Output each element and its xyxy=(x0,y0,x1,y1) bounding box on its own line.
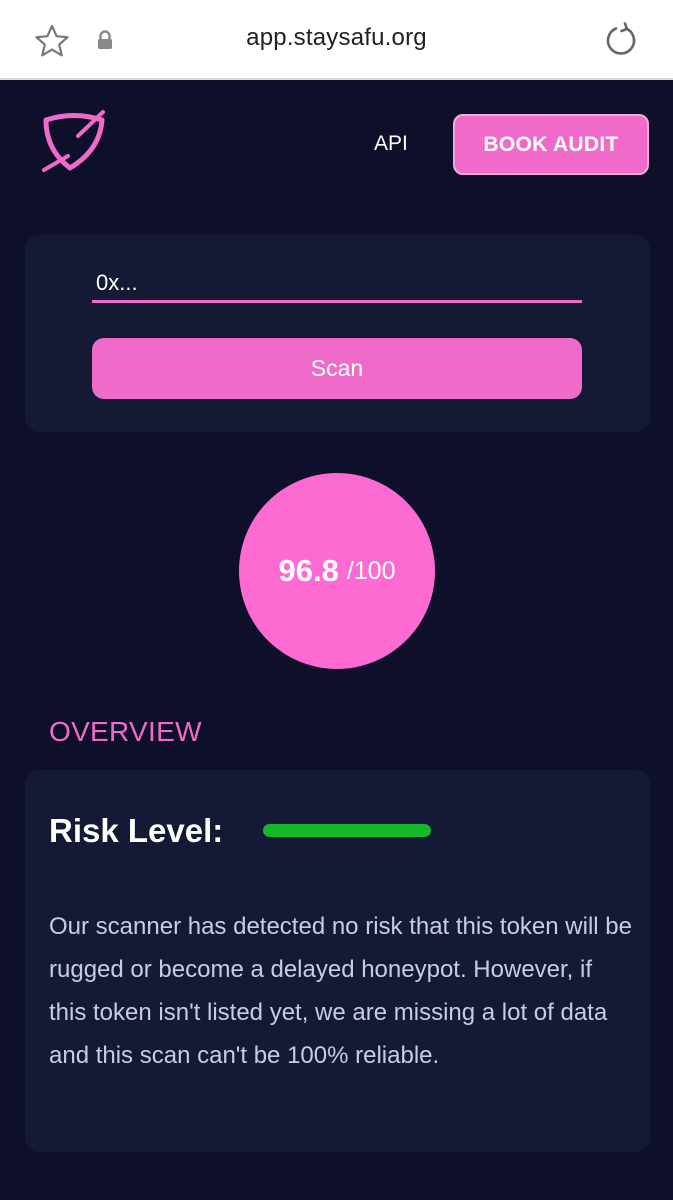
risk-level-bar xyxy=(263,824,431,837)
reload-icon[interactable] xyxy=(603,22,639,58)
score-badge: 96.8 /100 xyxy=(239,473,435,669)
shield-logo-icon[interactable] xyxy=(40,110,106,174)
scan-card: Scan xyxy=(25,235,650,432)
overview-card: Risk Level: Our scanner has detected no … xyxy=(25,770,650,1152)
risk-level-meter xyxy=(263,824,431,837)
book-audit-button[interactable]: BOOK AUDIT xyxy=(453,114,649,175)
contract-address-input[interactable] xyxy=(92,265,582,303)
browser-toolbar: app.staysafu.org xyxy=(0,0,673,80)
url-bar[interactable]: app.staysafu.org xyxy=(0,24,673,52)
score-value: 96.8 xyxy=(278,553,339,588)
score-max: /100 xyxy=(346,556,396,585)
overview-heading: OVERVIEW xyxy=(49,716,202,747)
risk-level-label: Risk Level: xyxy=(49,812,224,849)
nav-link-api[interactable]: API xyxy=(374,132,408,156)
overview-description: Our scanner has detected no risk that th… xyxy=(49,913,632,1069)
scan-button[interactable]: Scan xyxy=(92,338,582,399)
app-page: API BOOK AUDIT Scan 96.8 /100 OVERVIEW R… xyxy=(0,80,673,1200)
